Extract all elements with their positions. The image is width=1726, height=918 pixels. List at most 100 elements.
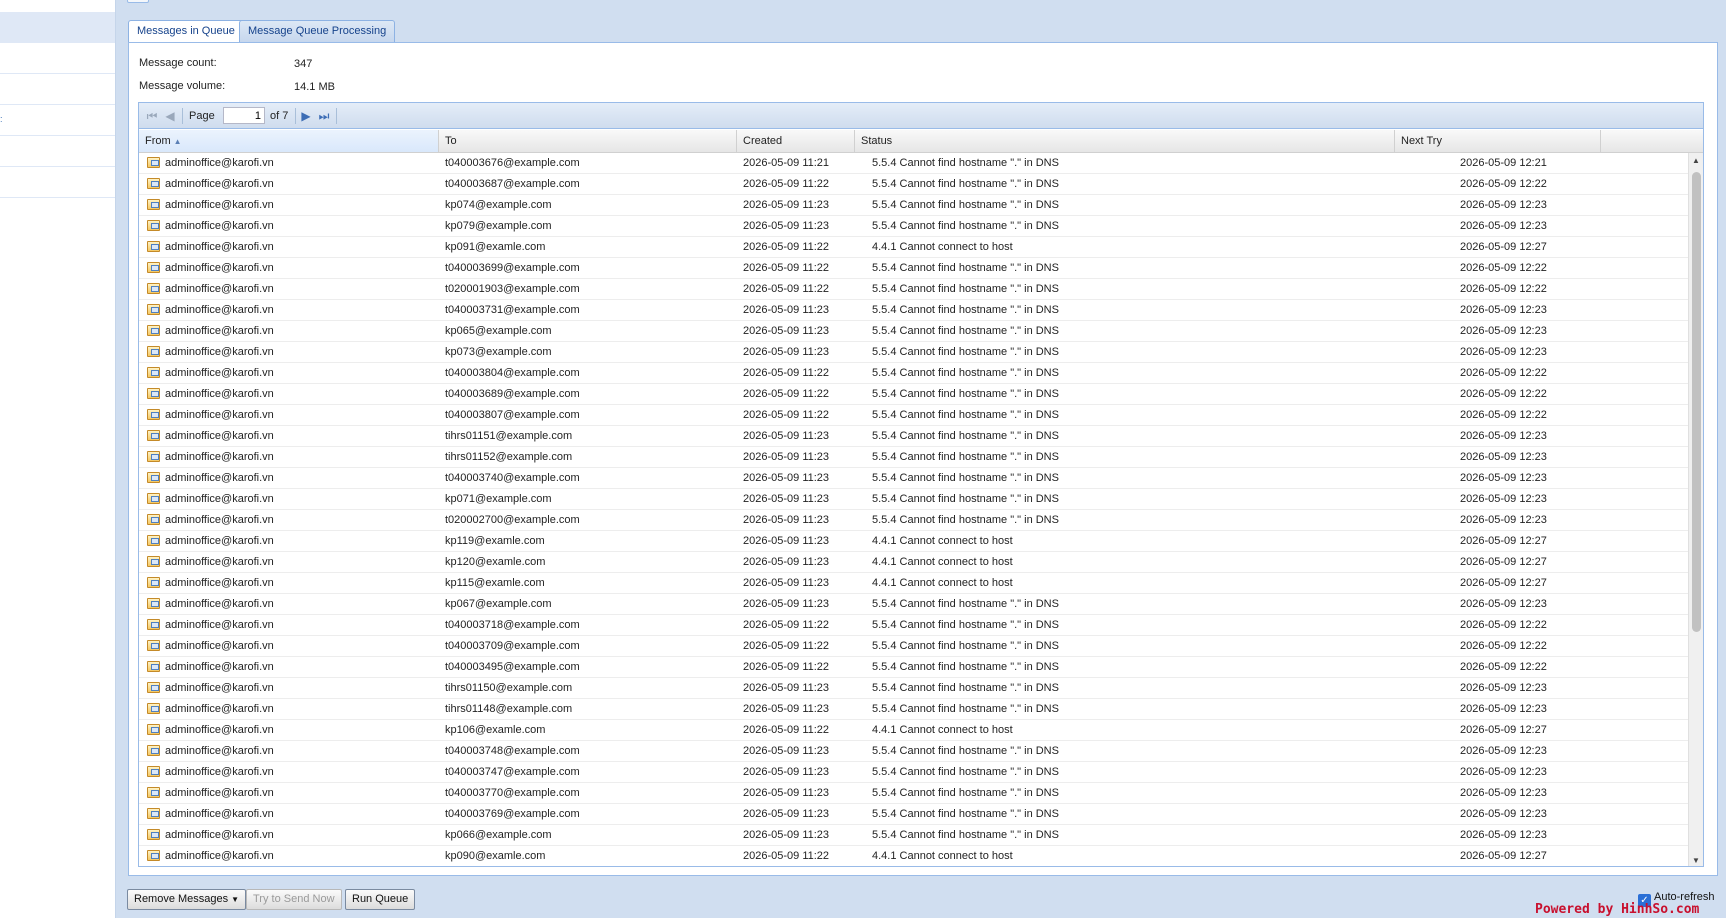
table-row[interactable]: adminoffice@karofi.vn t040003804@example.… [139, 363, 1689, 384]
cell-from: adminoffice@karofi.vn [145, 678, 425, 698]
table-row[interactable]: adminoffice@karofi.vn kp115@examle.com 202… [139, 573, 1689, 594]
table-row[interactable]: adminoffice@karofi.vn kp073@example.com 20… [139, 342, 1689, 363]
column-header-to[interactable]: To [439, 130, 737, 152]
cell-next-try: 2026-05-09 12:23 [1460, 346, 1547, 358]
cell-next-try: 2026-05-09 12:22 [1460, 619, 1547, 631]
table-row[interactable]: adminoffice@karofi.vn t040003709@example.… [139, 636, 1689, 657]
cell-status: 5.5.4 Cannot find hostname "." in DNS [872, 283, 1059, 295]
column-from-label: From [145, 135, 171, 147]
message-count-value: 347 [294, 58, 313, 70]
table-row[interactable]: adminoffice@karofi.vn t040003689@example.… [139, 384, 1689, 405]
cell-status: 5.5.4 Cannot find hostname "." in DNS [872, 262, 1059, 274]
table-row[interactable]: adminoffice@karofi.vn kp071@example.com 20… [139, 489, 1689, 510]
remove-messages-label: Remove Messages [134, 893, 229, 905]
table-row[interactable]: adminoffice@karofi.vn kp079@example.com 20… [139, 216, 1689, 237]
try-to-send-now-button[interactable]: Try to Send Now [246, 889, 342, 910]
tab-message-queue-processing[interactable]: Message Queue Processing [239, 20, 396, 42]
cell-from: adminoffice@karofi.vn [145, 594, 425, 614]
run-queue-button[interactable]: Run Queue [345, 889, 416, 910]
cell-next-try: 2026-05-09 12:22 [1460, 388, 1547, 400]
column-header-created[interactable]: Created [737, 130, 855, 152]
sidebar-item[interactable] [0, 167, 115, 198]
cell-to: kp067@example.com [445, 598, 552, 610]
watermark: Powered by HinhSo.com [1535, 902, 1700, 917]
column-header-next-try[interactable]: Next Try [1395, 130, 1601, 152]
chevron-down-icon: ▼ [231, 895, 240, 904]
cell-to: t040003807@example.com [445, 409, 580, 421]
cell-from-text: adminoffice@karofi.vn [165, 724, 274, 736]
table-row[interactable]: adminoffice@karofi.vn t020002700@example.… [139, 510, 1689, 531]
first-page-icon[interactable]: ⏮ [145, 109, 159, 123]
scrollbar-thumb[interactable] [1692, 172, 1701, 632]
cell-next-try: 2026-05-09 12:27 [1460, 577, 1547, 589]
table-row[interactable]: adminoffice@karofi.vn t040003770@example.… [139, 783, 1689, 804]
vertical-scrollbar[interactable]: ▲ ▼ [1688, 153, 1703, 866]
cell-from: adminoffice@karofi.vn [145, 531, 425, 551]
table-row[interactable]: adminoffice@karofi.vn t040003740@example.… [139, 468, 1689, 489]
table-row[interactable]: adminoffice@karofi.vn t040003495@example.… [139, 657, 1689, 678]
remove-messages-button[interactable]: Remove Messages ▼ [127, 889, 247, 910]
cell-next-try: 2026-05-09 12:22 [1460, 367, 1547, 379]
cell-to: kp119@examle.com [445, 535, 545, 547]
column-header-status[interactable]: Status [855, 130, 1395, 152]
cell-next-try: 2026-05-09 12:27 [1460, 724, 1547, 736]
cell-status: 5.5.4 Cannot find hostname "." in DNS [872, 703, 1059, 715]
cell-from: adminoffice@karofi.vn [145, 762, 425, 782]
table-row[interactable]: adminoffice@karofi.vn t040003718@example.… [139, 615, 1689, 636]
table-row[interactable]: adminoffice@karofi.vn t040003807@example.… [139, 405, 1689, 426]
cell-from: adminoffice@karofi.vn [145, 216, 425, 236]
cell-from: adminoffice@karofi.vn [145, 426, 425, 446]
table-row[interactable]: adminoffice@karofi.vn t040003731@example.… [139, 300, 1689, 321]
sidebar-item[interactable] [0, 43, 115, 74]
table-row[interactable]: adminoffice@karofi.vn tihrs01148@example.… [139, 699, 1689, 720]
mail-icon [147, 682, 160, 693]
sidebar-item[interactable] [0, 74, 115, 105]
table-row[interactable]: adminoffice@karofi.vn t040003676@example.… [139, 153, 1689, 174]
cell-created: 2026-05-09 11:23 [743, 430, 830, 442]
collapse-toggle[interactable] [127, 0, 149, 3]
cell-to: kp091@examle.com [445, 241, 546, 253]
cell-to: t020001903@example.com [445, 283, 580, 295]
cell-created: 2026-05-09 11:23 [743, 808, 830, 820]
cell-created: 2026-05-09 11:22 [743, 283, 830, 295]
table-row[interactable]: adminoffice@karofi.vn tihrs01152@example.… [139, 447, 1689, 468]
table-row[interactable]: adminoffice@karofi.vn t040003687@example.… [139, 174, 1689, 195]
scroll-down-icon[interactable]: ▼ [1692, 856, 1700, 865]
table-row[interactable]: adminoffice@karofi.vn kp066@example.com 20… [139, 825, 1689, 846]
table-row[interactable]: adminoffice@karofi.vn t040003748@example.… [139, 741, 1689, 762]
column-header-from[interactable]: From ▲ [139, 130, 439, 152]
table-row[interactable]: adminoffice@karofi.vn kp074@example.com 20… [139, 195, 1689, 216]
table-row[interactable]: adminoffice@karofi.vn t040003699@example.… [139, 258, 1689, 279]
cell-next-try: 2026-05-09 12:23 [1460, 703, 1547, 715]
table-row[interactable]: adminoffice@karofi.vn kp120@examle.com 202… [139, 552, 1689, 573]
table-row[interactable]: adminoffice@karofi.vn kp067@example.com 20… [139, 594, 1689, 615]
table-row[interactable]: adminoffice@karofi.vn tihrs01150@example.… [139, 678, 1689, 699]
scroll-up-icon[interactable]: ▲ [1692, 156, 1700, 165]
table-row[interactable]: adminoffice@karofi.vn kp106@examle.com 202… [139, 720, 1689, 741]
table-row[interactable]: adminoffice@karofi.vn kp119@examle.com 202… [139, 531, 1689, 552]
table-row[interactable]: adminoffice@karofi.vn t040003747@example.… [139, 762, 1689, 783]
table-row[interactable]: adminoffice@karofi.vn tihrs01151@example.… [139, 426, 1689, 447]
sidebar-item[interactable] [0, 136, 115, 167]
table-row[interactable]: adminoffice@karofi.vn kp065@example.com 20… [139, 321, 1689, 342]
next-page-icon[interactable]: ▶ [299, 109, 313, 123]
table-row[interactable]: adminoffice@karofi.vn t040003769@example.… [139, 804, 1689, 825]
cell-created: 2026-05-09 11:22 [743, 262, 830, 274]
cell-created: 2026-05-09 11:23 [743, 829, 830, 841]
tab-messages-in-queue[interactable]: Messages in Queue [128, 20, 244, 43]
table-row[interactable]: adminoffice@karofi.vn t020001903@example.… [139, 279, 1689, 300]
cell-created: 2026-05-09 11:23 [743, 703, 830, 715]
previous-page-icon[interactable]: ◀ [163, 109, 177, 123]
toolbar-separator [182, 108, 183, 124]
cell-status: 5.5.4 Cannot find hostname "." in DNS [872, 829, 1059, 841]
last-page-icon[interactable]: ⏭ [317, 109, 331, 123]
page-number-input[interactable] [223, 107, 265, 124]
mail-icon [147, 808, 160, 819]
sidebar-item[interactable]: : [0, 105, 115, 136]
sidebar-item-selected[interactable] [0, 12, 115, 43]
mail-icon [147, 241, 160, 252]
mail-icon [147, 367, 160, 378]
table-row[interactable]: adminoffice@karofi.vn kp090@examle.com 202… [139, 846, 1689, 866]
table-row[interactable]: adminoffice@karofi.vn kp091@examle.com 202… [139, 237, 1689, 258]
mail-icon [147, 724, 160, 735]
